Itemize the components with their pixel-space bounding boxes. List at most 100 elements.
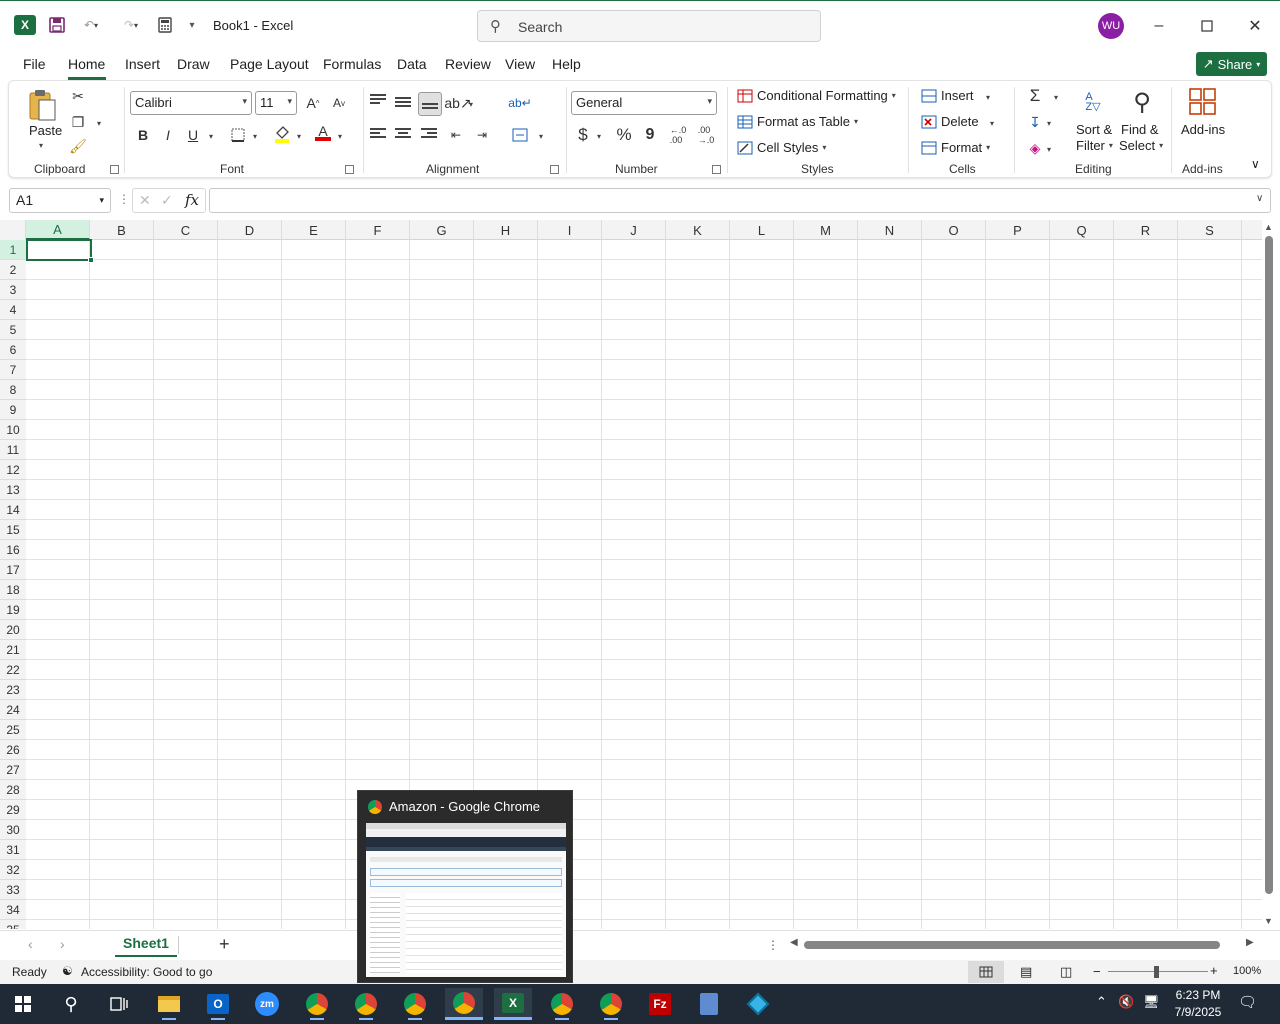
- find-select-button[interactable]: Select ▾: [1119, 138, 1163, 153]
- row-header-34[interactable]: 34: [0, 900, 26, 920]
- column-header-n[interactable]: N: [858, 220, 922, 240]
- zoom-out-button[interactable]: −: [1093, 964, 1101, 979]
- font-size-combo[interactable]: 11 ▾: [255, 91, 297, 115]
- worksheet-grid[interactable]: ABCDEFGHIJKLMNOPQRS 1 2 3 4 5 6 7 8 9 10 11 12 13 14 1…: [0, 220, 1262, 929]
- row-header-35[interactable]: 35: [0, 920, 26, 929]
- wrap-text-icon[interactable]: ab↵: [508, 92, 531, 114]
- row-header-21[interactable]: 21: [0, 640, 26, 660]
- redo-icon[interactable]: ↷ ▾: [116, 13, 146, 37]
- font-launcher-icon[interactable]: [345, 165, 354, 174]
- find-select-icon[interactable]: ⚲: [1127, 87, 1157, 117]
- taskbar-preview-popup[interactable]: Amazon - Google Chrome: [357, 790, 573, 983]
- row-header-26[interactable]: 26: [0, 740, 26, 760]
- scroll-down-icon[interactable]: ▼: [1264, 916, 1273, 926]
- row-header-28[interactable]: 28: [0, 780, 26, 800]
- decrease-indent-icon[interactable]: ⇤: [445, 124, 467, 146]
- taskbar-search-icon[interactable]: ⚲: [52, 988, 90, 1020]
- tab-help[interactable]: Help: [552, 56, 581, 72]
- align-center-icon[interactable]: [395, 128, 411, 140]
- merge-center-icon[interactable]: [509, 124, 531, 146]
- row-header-1[interactable]: 1: [0, 240, 26, 260]
- search-box[interactable]: ⚲ Search: [477, 10, 821, 42]
- row-header-20[interactable]: 20: [0, 620, 26, 640]
- row-header-8[interactable]: 8: [0, 380, 26, 400]
- format-painter-icon[interactable]: 🖌: [67, 135, 89, 157]
- tab-file[interactable]: File: [23, 56, 46, 72]
- paste-dropdown-icon[interactable]: ▾: [39, 141, 43, 150]
- maximize-button[interactable]: [1192, 13, 1222, 39]
- page-layout-view-icon[interactable]: ▤: [1020, 964, 1032, 980]
- font-name-combo[interactable]: Calibri ▾: [130, 91, 252, 115]
- borders-dropdown-icon[interactable]: ▾: [253, 132, 257, 141]
- comma-style-button[interactable]: 9: [639, 124, 661, 146]
- row-header-24[interactable]: 24: [0, 700, 26, 720]
- row-header-15[interactable]: 15: [0, 520, 26, 540]
- scroll-up-icon[interactable]: ▲: [1264, 222, 1273, 232]
- column-header-a[interactable]: A: [26, 220, 90, 240]
- paste-label[interactable]: Paste: [29, 123, 62, 138]
- row-header-4[interactable]: 4: [0, 300, 26, 320]
- cut-icon[interactable]: ✂: [67, 85, 89, 107]
- underline-button[interactable]: U: [182, 124, 204, 146]
- column-header-o[interactable]: O: [922, 220, 986, 240]
- column-header-f[interactable]: F: [346, 220, 410, 240]
- row-header-30[interactable]: 30: [0, 820, 26, 840]
- active-cell-a1[interactable]: [26, 239, 92, 261]
- sort-filter-button[interactable]: Filter ▾: [1076, 138, 1113, 153]
- decrease-decimal-icon[interactable]: .00 →.0: [695, 124, 717, 146]
- clear-eraser-icon[interactable]: ◈: [1024, 137, 1046, 159]
- row-header-23[interactable]: 23: [0, 680, 26, 700]
- percent-button[interactable]: %: [613, 124, 635, 146]
- column-header-r[interactable]: R: [1114, 220, 1178, 240]
- row-header-10[interactable]: 10: [0, 420, 26, 440]
- notifications-icon[interactable]: 🗨: [1238, 993, 1257, 1011]
- column-header-l[interactable]: L: [730, 220, 794, 240]
- column-header-q[interactable]: Q: [1050, 220, 1114, 240]
- add-ins-icon[interactable]: [1187, 85, 1219, 119]
- clear-dropdown-icon[interactable]: ▾: [1047, 145, 1051, 154]
- column-header-k[interactable]: K: [666, 220, 730, 240]
- copy-icon[interactable]: ❐: [67, 111, 89, 133]
- tab-page-layout[interactable]: Page Layout: [230, 56, 309, 72]
- tab-data[interactable]: Data: [397, 56, 427, 72]
- customize-qat-icon[interactable]: ▾: [184, 13, 200, 37]
- tab-home[interactable]: Home: [68, 56, 105, 72]
- decrease-font-size-icon[interactable]: Av: [328, 92, 350, 114]
- excel-taskbar-icon[interactable]: X: [494, 988, 532, 1020]
- sheet-prev-icon[interactable]: ‹: [28, 936, 33, 952]
- row-header-25[interactable]: 25: [0, 720, 26, 740]
- filezilla-icon[interactable]: Fz: [641, 988, 679, 1020]
- row-header-3[interactable]: 3: [0, 280, 26, 300]
- format-cells-button[interactable]: Format ▾: [921, 140, 990, 155]
- select-all-corner[interactable]: [0, 220, 26, 240]
- vertical-scroll-thumb[interactable]: [1265, 236, 1273, 894]
- scroll-left-icon[interactable]: ◀: [790, 937, 798, 948]
- zoom-slider-thumb[interactable]: [1154, 966, 1159, 978]
- tab-formulas[interactable]: Formulas: [323, 56, 381, 72]
- show-hidden-icons-icon[interactable]: ⌃: [1096, 994, 1107, 1010]
- orientation-dropdown-icon[interactable]: ▾: [469, 100, 473, 109]
- expand-formula-bar-icon[interactable]: ∨: [1256, 193, 1263, 204]
- column-header-e[interactable]: E: [282, 220, 346, 240]
- tab-insert[interactable]: Insert: [125, 56, 160, 72]
- fill-color-icon[interactable]: [271, 123, 293, 145]
- align-left-icon[interactable]: [370, 128, 386, 140]
- preview-thumbnail[interactable]: [366, 823, 566, 977]
- column-header-m[interactable]: M: [794, 220, 858, 240]
- sort-filter-label-1[interactable]: Sort &: [1076, 122, 1112, 137]
- share-button[interactable]: ↗ Share ▾: [1196, 52, 1267, 76]
- volume-muted-icon[interactable]: 🔇: [1118, 994, 1134, 1010]
- accessibility-icon[interactable]: ☯: [62, 964, 73, 978]
- increase-font-size-icon[interactable]: A ^: [302, 92, 324, 114]
- close-button[interactable]: ✕: [1240, 13, 1270, 39]
- confirm-entry-icon[interactable]: ✓: [161, 192, 173, 209]
- tab-draw[interactable]: Draw: [177, 56, 210, 72]
- autosum-icon[interactable]: Σ: [1024, 85, 1046, 107]
- fill-handle[interactable]: [88, 257, 94, 263]
- zoom-in-button[interactable]: +: [1210, 963, 1218, 978]
- currency-button[interactable]: $: [572, 124, 594, 146]
- column-header-g[interactable]: G: [410, 220, 474, 240]
- sort-filter-icon[interactable]: A Z▽: [1077, 87, 1109, 117]
- align-top-icon[interactable]: [370, 94, 386, 106]
- row-header-12[interactable]: 12: [0, 460, 26, 480]
